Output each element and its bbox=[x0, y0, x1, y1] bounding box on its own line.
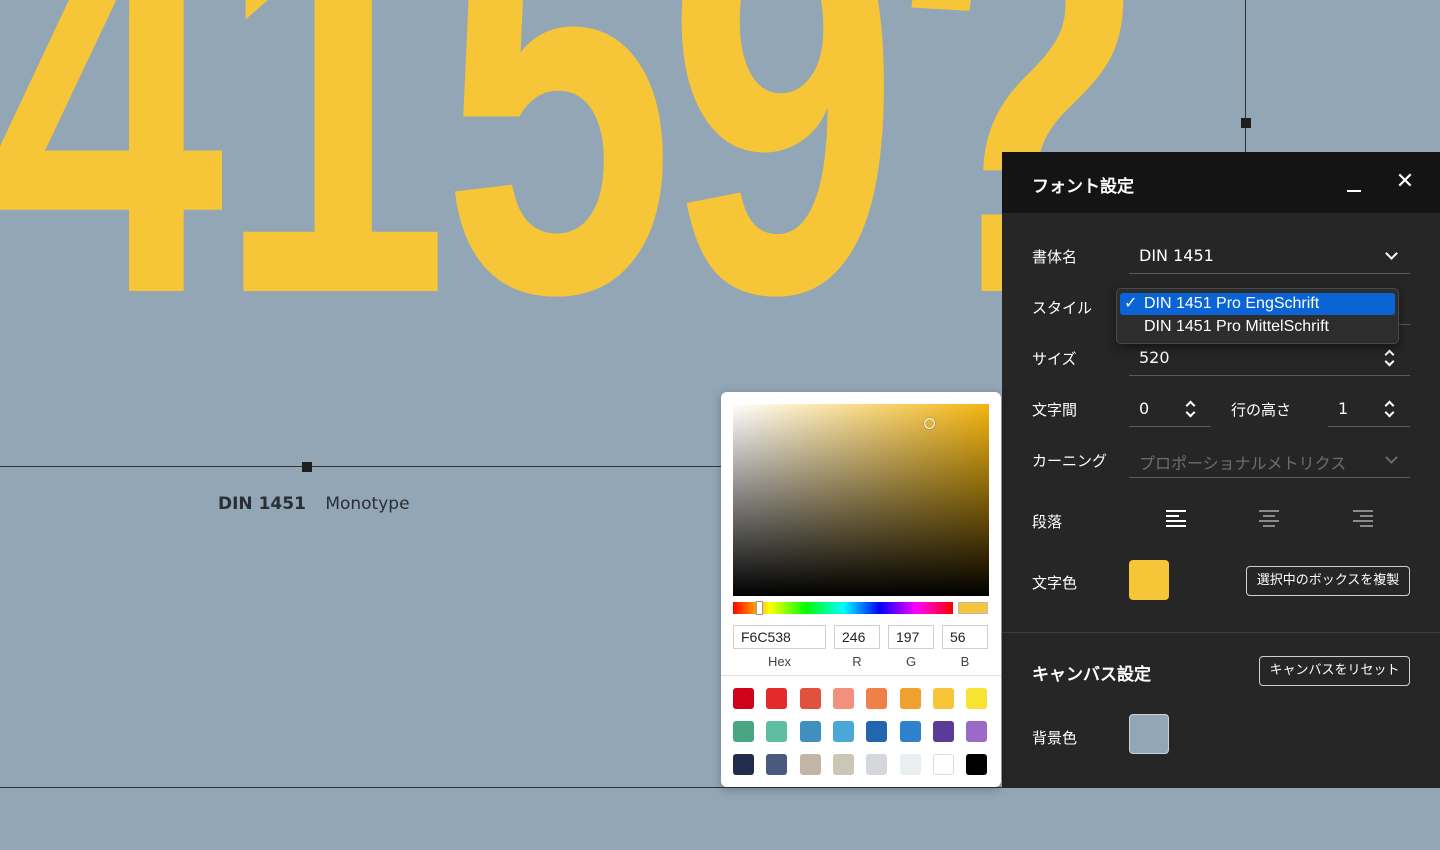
preset-color-swatch[interactable] bbox=[733, 688, 754, 709]
hue-slider-handle[interactable] bbox=[756, 601, 763, 615]
panel-header: フォント設定 ✕ bbox=[1002, 152, 1440, 213]
panel-title: フォント設定 bbox=[1032, 177, 1134, 197]
align-right-icon[interactable] bbox=[1353, 510, 1373, 528]
bg-color-swatch[interactable] bbox=[1129, 714, 1169, 754]
text-color-label: 文字色 bbox=[1032, 574, 1078, 592]
size-value: 520 bbox=[1139, 348, 1170, 367]
duplicate-box-button[interactable]: 選択中のボックスを複製 bbox=[1246, 566, 1410, 596]
current-color-swatch bbox=[958, 602, 988, 614]
style-option-label: DIN 1451 Pro MittelSchrift bbox=[1144, 318, 1329, 335]
preset-color-swatch[interactable] bbox=[866, 721, 888, 742]
preset-color-swatch[interactable] bbox=[766, 688, 788, 709]
preset-color-swatch[interactable] bbox=[866, 754, 888, 775]
preset-color-swatch[interactable] bbox=[866, 688, 888, 709]
preset-color-swatch[interactable] bbox=[832, 721, 854, 742]
tracking-label: 文字間 bbox=[1032, 401, 1078, 419]
font-settings-panel: フォント設定 ✕ 書体名 DIN 1451 スタイル サイズ 520 文字間 0… bbox=[1002, 152, 1440, 788]
stepper-arrows-icon[interactable] bbox=[1384, 399, 1394, 419]
preset-color-swatch[interactable] bbox=[766, 754, 788, 775]
preset-color-swatch[interactable] bbox=[966, 721, 988, 742]
caption-foundry: Monotype bbox=[325, 494, 410, 514]
guide-line-vertical bbox=[1245, 0, 1246, 152]
saturation-value-area[interactable] bbox=[733, 404, 989, 596]
typeface-select[interactable]: DIN 1451 bbox=[1129, 238, 1410, 274]
preset-color-swatch[interactable] bbox=[733, 721, 754, 742]
size-label: サイズ bbox=[1032, 350, 1077, 368]
chevron-down-icon bbox=[1385, 247, 1398, 260]
preset-color-swatch[interactable] bbox=[932, 721, 954, 742]
hue-slider[interactable] bbox=[733, 601, 953, 615]
kerning-label: カーニング bbox=[1032, 452, 1108, 470]
r-input[interactable]: 246 bbox=[834, 625, 880, 649]
r-label: R bbox=[852, 654, 862, 669]
g-input[interactable]: 197 bbox=[888, 625, 934, 649]
style-label: スタイル bbox=[1032, 299, 1093, 317]
display-text[interactable]: 4159? bbox=[0, 0, 1147, 380]
preset-color-swatch[interactable] bbox=[966, 754, 988, 775]
style-option-label: DIN 1451 Pro EngSchrift bbox=[1144, 295, 1320, 312]
preset-color-swatch[interactable] bbox=[832, 754, 854, 775]
typeface-label: 書体名 bbox=[1032, 248, 1078, 266]
bg-color-label: 背景色 bbox=[1032, 729, 1078, 747]
align-left-icon[interactable] bbox=[1166, 510, 1186, 528]
style-option-engschrift[interactable]: ✓ DIN 1451 Pro EngSchrift bbox=[1120, 293, 1395, 315]
preset-color-swatch[interactable] bbox=[932, 754, 954, 775]
guide-line-middle bbox=[0, 466, 721, 467]
style-option-mittelschrift[interactable]: DIN 1451 Pro MittelSchrift bbox=[1120, 316, 1395, 338]
stepper-arrows-icon[interactable] bbox=[1384, 348, 1394, 368]
close-icon[interactable]: ✕ bbox=[1392, 169, 1418, 195]
sv-handle[interactable] bbox=[924, 418, 935, 429]
picker-divider bbox=[721, 675, 1001, 676]
preset-color-swatch[interactable] bbox=[932, 688, 954, 709]
check-icon: ✓ bbox=[1124, 295, 1138, 312]
reset-canvas-button[interactable]: キャンバスをリセット bbox=[1259, 656, 1410, 686]
resize-handle-top[interactable] bbox=[1241, 118, 1251, 128]
b-input[interactable]: 56 bbox=[942, 625, 988, 649]
font-caption: DIN 1451 Monotype bbox=[218, 494, 410, 514]
paragraph-label: 段落 bbox=[1032, 513, 1063, 531]
b-label: B bbox=[960, 654, 970, 669]
caption-font-name: DIN 1451 bbox=[218, 494, 306, 514]
preset-color-swatch[interactable] bbox=[799, 754, 821, 775]
tracking-value: 0 bbox=[1139, 399, 1150, 418]
canvas-settings-title: キャンバス設定 bbox=[1032, 665, 1151, 685]
preset-color-swatch[interactable] bbox=[899, 688, 921, 709]
preset-color-swatch[interactable] bbox=[799, 688, 821, 709]
preset-color-swatch[interactable] bbox=[899, 721, 921, 742]
g-label: G bbox=[905, 654, 917, 669]
chevron-down-icon bbox=[1385, 451, 1398, 464]
preset-color-swatch[interactable] bbox=[899, 754, 921, 775]
line-height-label: 行の高さ bbox=[1231, 401, 1292, 419]
panel-divider bbox=[1002, 632, 1440, 633]
size-stepper[interactable]: 520 bbox=[1129, 340, 1410, 376]
text-color-swatch[interactable] bbox=[1129, 560, 1169, 600]
preset-color-swatch[interactable] bbox=[733, 754, 754, 775]
preset-color-swatch[interactable] bbox=[966, 688, 988, 709]
hex-input[interactable]: F6C538 bbox=[733, 625, 826, 649]
typeface-value: DIN 1451 bbox=[1139, 246, 1214, 265]
style-dropdown-list: ✓ DIN 1451 Pro EngSchrift DIN 1451 Pro M… bbox=[1116, 288, 1399, 344]
preset-color-swatch[interactable] bbox=[799, 721, 821, 742]
hex-label: Hex bbox=[767, 654, 792, 669]
line-height-value: 1 bbox=[1338, 399, 1349, 418]
preset-color-swatch[interactable] bbox=[832, 688, 854, 709]
color-picker: F6C538 246 197 56 Hex R G B bbox=[721, 392, 1001, 787]
align-center-icon[interactable] bbox=[1259, 510, 1279, 528]
minimize-icon[interactable] bbox=[1340, 170, 1368, 198]
kerning-value: プロポーショナルメトリクス bbox=[1139, 454, 1347, 473]
kerning-select[interactable]: プロポーショナルメトリクス bbox=[1129, 442, 1410, 478]
stepper-arrows-icon[interactable] bbox=[1185, 399, 1195, 419]
line-height-stepper[interactable]: 1 bbox=[1328, 391, 1410, 427]
tracking-stepper[interactable]: 0 bbox=[1129, 391, 1211, 427]
preset-color-swatch[interactable] bbox=[766, 721, 788, 742]
resize-handle-left[interactable] bbox=[302, 462, 312, 472]
